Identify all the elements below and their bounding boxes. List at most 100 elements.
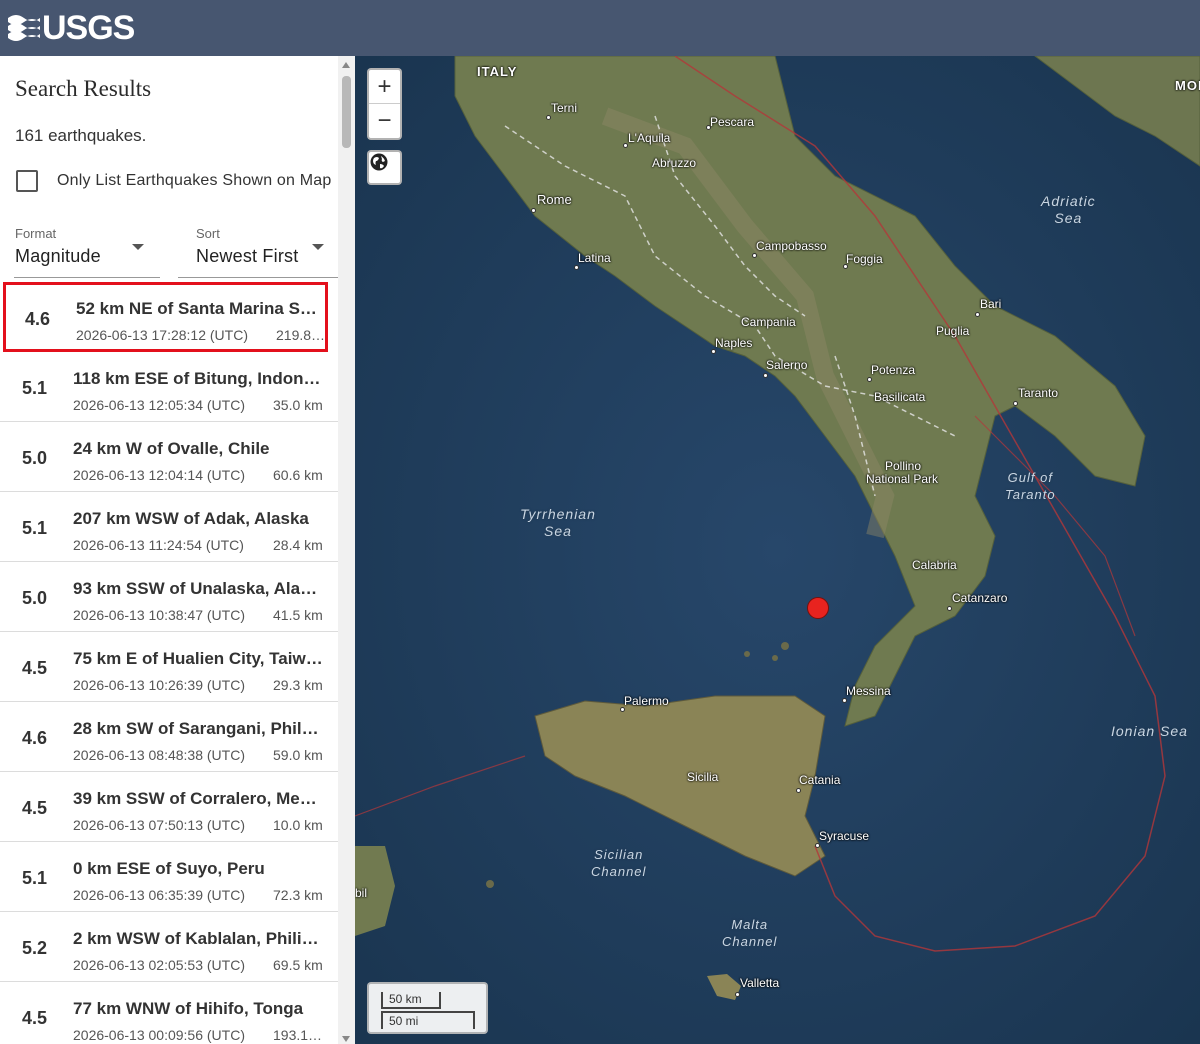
earthquake-row[interactable]: 5.1 0 km ESE of Suyo, Peru 2026-06-13 06… — [0, 842, 338, 912]
chevron-down-icon — [312, 244, 324, 250]
label-campobasso: Campobasso — [756, 239, 827, 253]
map-scale: 50 km 50 mi — [367, 982, 488, 1034]
location: 0 km ESE of Suyo, Peru — [73, 859, 265, 878]
earthquake-row[interactable]: 4.5 39 km SSW of Corralero, Mexico 2026-… — [0, 772, 338, 842]
label-sicilian-channel: Sicilian Channel — [591, 846, 646, 880]
city-dot — [867, 377, 872, 382]
timestamp: 2026-06-13 02:05:53 (UTC) — [73, 957, 245, 973]
location: 52 km NE of Santa Marina Salina, Italy — [76, 299, 326, 318]
depth: 29.3 km — [273, 677, 323, 693]
magnitude: 5.2 — [22, 938, 48, 958]
label-puglia: Puglia — [936, 324, 970, 338]
scroll-down-icon[interactable] — [342, 1036, 350, 1042]
label-taranto: Taranto — [1018, 386, 1059, 400]
city-dot — [735, 992, 740, 997]
sea-label-line: Channel — [591, 864, 647, 879]
earthquake-marker[interactable] — [807, 597, 829, 619]
scroll-up-icon[interactable] — [342, 62, 350, 68]
label-mon: MON — [1175, 78, 1200, 93]
label-gulf-of-taranto: Gulf of Taranto — [1005, 469, 1056, 503]
magnitude: 5.1 — [22, 868, 48, 888]
scroll-thumb[interactable] — [342, 76, 351, 148]
only-list-label: Only List Earthquakes Shown on Map — [57, 172, 332, 189]
city-dot — [1013, 401, 1018, 406]
results-count: 161 earthquakes. — [15, 126, 147, 145]
label-potenza: Potenza — [871, 363, 916, 377]
label-tyrrhenian-sea: Tyrrhenian Sea — [520, 506, 596, 540]
usgs-logo[interactable]: USGS — [8, 8, 135, 47]
label-bil: bil — [355, 886, 368, 900]
page-title: Search Results — [15, 76, 152, 101]
label-palermo: Palermo — [624, 694, 669, 708]
earthquake-row[interactable]: 5.2 2 km WSW of Kablalan, Philippines 20… — [0, 912, 338, 982]
depth: 193.1 km — [273, 1027, 323, 1043]
timestamp: 2026-06-13 06:35:39 (UTC) — [73, 887, 245, 903]
location: 24 km W of Ovalle, Chile — [73, 439, 270, 458]
sea-label-line: Channel — [722, 934, 778, 949]
depth: 60.6 km — [273, 467, 323, 483]
label-basilicata: Basilicata — [874, 390, 926, 404]
label-terni: Terni — [551, 101, 578, 115]
earthquake-row[interactable]: 5.1 207 km WSW of Adak, Alaska 2026-06-1… — [0, 492, 338, 562]
label-malta-channel: Malta Channel — [722, 916, 777, 950]
city-dot — [752, 253, 757, 258]
city-dot — [531, 208, 536, 213]
earthquake-row[interactable]: 5.0 24 km W of Ovalle, Chile 2026-06-13 … — [0, 422, 338, 492]
sea-label-line: Gulf of — [1007, 470, 1053, 485]
scale-km: 50 km — [381, 992, 441, 1009]
earthquake-row-selected[interactable]: 4.6 52 km NE of Santa Marina Salina, Ita… — [3, 282, 328, 352]
label-calabria: Calabria — [912, 558, 957, 572]
location: 118 km ESE of Bitung, Indonesia — [73, 369, 323, 388]
timestamp: 2026-06-13 10:38:47 (UTC) — [73, 607, 245, 623]
sort-select[interactable]: Sort Newest First — [178, 224, 338, 278]
sort-label: Sort — [196, 226, 220, 241]
label-ionian-sea: Ionian Sea — [1111, 723, 1188, 739]
location: 207 km WSW of Adak, Alaska — [73, 509, 309, 528]
earthquake-row[interactable]: 4.5 77 km WNW of Hihifo, Tonga 2026-06-1… — [0, 982, 338, 1044]
zoom-control: + − — [367, 68, 402, 140]
only-list-checkbox[interactable] — [16, 170, 38, 192]
magnitude: 5.1 — [22, 378, 48, 398]
sidebar-scrollbar[interactable] — [338, 56, 355, 1044]
earthquake-list: 4.6 52 km NE of Santa Marina Salina, Ita… — [0, 282, 338, 1044]
map-view[interactable]: ITALY MON Terni Pescara L'Aquila Abruzzo… — [355, 56, 1200, 1044]
label-laquila: L'Aquila — [628, 131, 671, 145]
label-syracuse: Syracuse — [819, 829, 870, 843]
label-sicilia: Sicilia — [687, 770, 719, 784]
city-dot — [815, 843, 820, 848]
earthquake-row[interactable]: 5.0 93 km SSW of Unalaska, Alaska 2026-0… — [0, 562, 338, 632]
logo-text: USGS — [42, 8, 135, 47]
depth: 219.8 km — [276, 327, 326, 343]
format-value: Magnitude — [15, 246, 101, 266]
sort-value: Newest First — [196, 246, 299, 266]
sea-label-line: Sea — [543, 523, 572, 539]
label-bari: Bari — [980, 297, 1002, 311]
label-foggia: Foggia — [846, 252, 883, 266]
timestamp: 2026-06-13 08:48:38 (UTC) — [73, 747, 245, 763]
location: 2 km WSW of Kablalan, Philippines — [73, 929, 323, 948]
format-select[interactable]: Format Magnitude — [14, 224, 160, 278]
earthquake-row[interactable]: 5.1 118 km ESE of Bitung, Indonesia 2026… — [0, 352, 338, 422]
sea-label-line: Adriatic — [1041, 193, 1096, 209]
label-campania: Campania — [741, 315, 796, 329]
sea-label-line: Sea — [1054, 210, 1083, 226]
label-italy: ITALY — [477, 64, 518, 79]
only-list-toggle[interactable]: Only List Earthquakes Shown on Map — [16, 170, 332, 192]
chevron-down-icon — [132, 244, 144, 250]
layers-button[interactable] — [367, 150, 402, 185]
depth: 59.0 km — [273, 747, 323, 763]
timestamp: 2026-06-13 10:26:39 (UTC) — [73, 677, 245, 693]
zoom-out-button[interactable]: − — [369, 104, 400, 138]
magnitude: 4.5 — [22, 798, 48, 818]
zoom-in-button[interactable]: + — [369, 70, 400, 104]
label-pollino: Pollino — [885, 459, 922, 473]
label-latina: Latina — [578, 251, 611, 265]
label-abruzzo: Abruzzo — [652, 156, 697, 170]
sea-label-line: Sicilian — [594, 847, 644, 862]
earthquake-row[interactable]: 4.6 28 km SW of Sarangani, Philippines 2… — [0, 702, 338, 772]
magnitude: 4.6 — [22, 728, 48, 748]
city-dot — [574, 265, 579, 270]
earthquake-row[interactable]: 4.5 75 km E of Hualien City, Taiwan 2026… — [0, 632, 338, 702]
label-naples: Naples — [715, 336, 753, 350]
depth: 28.4 km — [273, 537, 323, 553]
